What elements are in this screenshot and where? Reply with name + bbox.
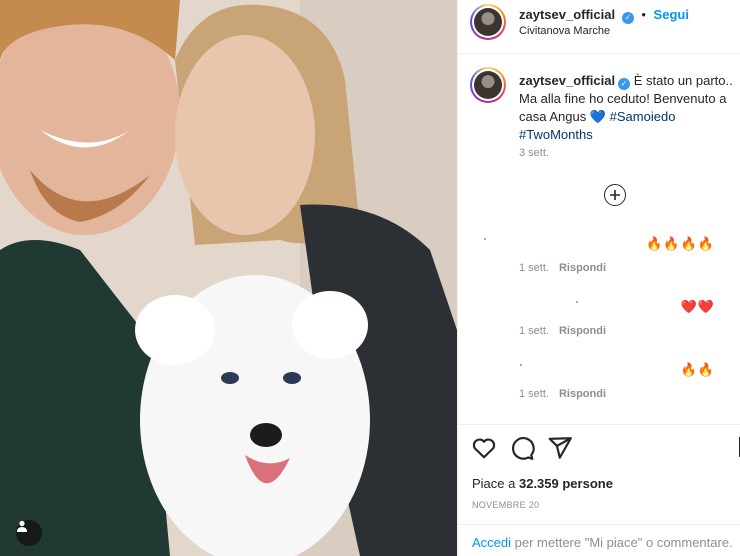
post-photo[interactable]: [0, 0, 457, 556]
caption: zaytsev_official ✓ È stato un parto.. Ma …: [519, 72, 734, 144]
header-separator: •: [641, 7, 646, 22]
reply-button[interactable]: Rispondi: [559, 325, 606, 337]
heart-icon[interactable]: [471, 435, 497, 461]
likes-prefix: Piace a: [472, 476, 519, 491]
verified-icon: ✓: [621, 12, 634, 24]
post-header: zaytsev_official ✓ • Segui Civitanova Ma…: [458, 0, 740, 54]
comment-time[interactable]: 1 sett.: [519, 325, 549, 337]
caption-avatar[interactable]: [470, 67, 506, 103]
avatar[interactable]: [470, 4, 506, 40]
action-bar: [458, 424, 740, 470]
location-link[interactable]: Civitanova Marche: [519, 25, 610, 37]
header-name-row: zaytsev_official ✓ • Segui: [519, 7, 689, 24]
reply-button[interactable]: Rispondi: [559, 388, 606, 400]
likes-count[interactable]: Piace a 32.359 persone: [472, 476, 613, 491]
load-more-comments-button[interactable]: [604, 184, 626, 206]
hashtag-samoiedo[interactable]: #Samoiedo: [610, 109, 676, 124]
comment-meta: 1 sett. Rispondi: [519, 262, 606, 274]
comment-bullet: [484, 238, 486, 240]
header-username[interactable]: zaytsev_official: [519, 7, 615, 22]
blue-heart-emoji: 💙: [589, 109, 607, 124]
comment-item: ❤️❤️ 1 sett. Rispondi: [458, 299, 740, 349]
follow-button[interactable]: Segui: [654, 7, 689, 22]
post-side-panel: zaytsev_official ✓ • Segui Civitanova Ma…: [457, 0, 740, 556]
plus-circle-icon: [610, 190, 620, 200]
hashtag-twomonths[interactable]: #TwoMonths: [519, 127, 593, 142]
comment-item: 🔥🔥🔥🔥 1 sett. Rispondi: [458, 236, 740, 286]
comment-meta: 1 sett. Rispondi: [519, 388, 606, 400]
comment-text: 🔥🔥🔥🔥: [646, 236, 715, 251]
photo-illustration: [0, 0, 457, 556]
comment-bullet: [576, 301, 578, 303]
comment-bullet: [520, 364, 522, 366]
login-prompt-text: per mettere "Mi piace" o commentare.: [511, 535, 733, 550]
comment-text: ❤️❤️: [680, 299, 715, 314]
comment-icon[interactable]: [509, 435, 535, 461]
likes-number[interactable]: 32.359 persone: [519, 476, 613, 491]
comment-text: 🔥🔥: [680, 362, 715, 377]
comment-meta: 1 sett. Rispondi: [519, 325, 606, 337]
share-icon[interactable]: [547, 435, 573, 461]
comment-time[interactable]: 1 sett.: [519, 388, 549, 400]
user-tag-button[interactable]: [16, 520, 42, 546]
comment-item: 🔥🔥 1 sett. Rispondi: [458, 362, 740, 412]
login-prompt: Accedi per mettere "Mi piace" o commenta…: [458, 524, 740, 556]
caption-time[interactable]: 3 sett.: [519, 147, 549, 159]
login-link[interactable]: Accedi: [472, 535, 511, 550]
verified-icon: ✓: [618, 78, 631, 90]
caption-username[interactable]: zaytsev_official: [519, 73, 615, 88]
comment-time[interactable]: 1 sett.: [519, 262, 549, 274]
reply-button[interactable]: Rispondi: [559, 262, 606, 274]
post-date[interactable]: NOVEMBRE 20: [472, 500, 539, 510]
user-tag-icon: [17, 520, 27, 532]
